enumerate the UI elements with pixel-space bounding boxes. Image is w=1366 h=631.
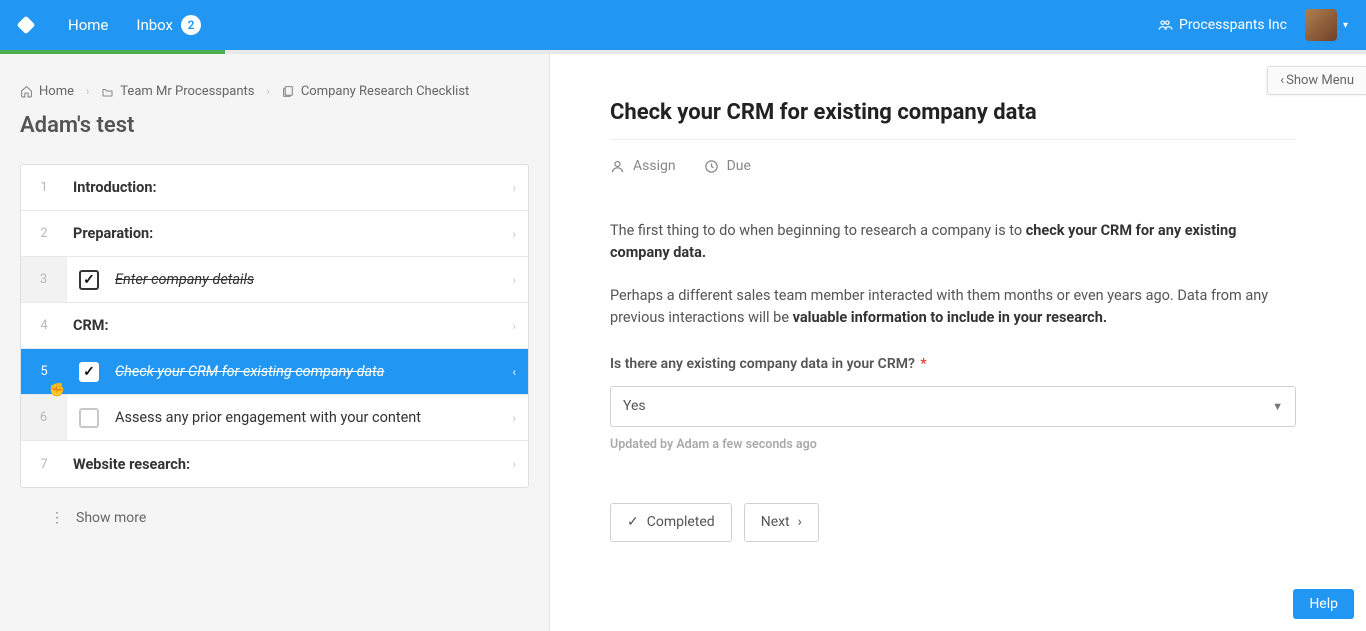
chevron-right-icon: › xyxy=(267,85,270,98)
detail-title: Check your CRM for existing company data xyxy=(610,100,1296,140)
step-crm[interactable]: 4 CRM: › xyxy=(21,303,528,349)
avatar-caret-icon[interactable]: ▾ xyxy=(1343,20,1348,31)
step-number: 2 xyxy=(21,226,67,241)
chevron-right-icon: › xyxy=(512,273,516,287)
step-website-research[interactable]: 7 Website research: › xyxy=(21,441,528,487)
nav-home-label: Home xyxy=(68,16,108,34)
help-label: Help xyxy=(1309,596,1338,612)
org-name: Processpants Inc xyxy=(1179,17,1287,33)
next-label: Next xyxy=(761,512,790,534)
step-label: Enter company details xyxy=(99,271,512,288)
main-layout: Home › Team Mr Processpants › Company Re… xyxy=(0,54,1366,631)
right-panel: ‹ Show Menu Check your CRM for existing … xyxy=(550,54,1366,631)
crm-data-select[interactable]: Yes ▼ xyxy=(610,386,1296,428)
chevron-left-icon: ‹ xyxy=(1280,73,1284,88)
completed-button[interactable]: ✓ Completed xyxy=(610,503,732,543)
text-bold: valuable information to include in your … xyxy=(793,309,1107,326)
step-number: 7 xyxy=(21,457,67,472)
assign-label: Assign xyxy=(633,158,676,174)
drag-handle-icon[interactable]: ✊ xyxy=(49,383,65,398)
chevron-down-icon: ▼ xyxy=(1272,398,1283,415)
detail-panel: Check your CRM for existing company data… xyxy=(550,54,1366,542)
chevron-right-icon: › xyxy=(512,411,516,425)
folder-icon xyxy=(101,84,114,99)
detail-actions: Assign Due xyxy=(610,158,1296,174)
action-buttons: ✓ Completed Next › xyxy=(610,503,1296,543)
step-label: Check your CRM for existing company data xyxy=(99,363,512,380)
avatar[interactable] xyxy=(1305,9,1337,41)
step-checkbox[interactable] xyxy=(79,270,99,290)
detail-paragraph: The first thing to do when beginning to … xyxy=(610,220,1296,265)
chevron-right-icon: › xyxy=(798,512,802,534)
next-button[interactable]: Next › xyxy=(744,503,819,543)
more-icon: ⋮ xyxy=(50,510,64,526)
show-menu-label: Show Menu xyxy=(1286,73,1354,88)
top-bar: Home Inbox 2 Processpants Inc ▾ xyxy=(0,0,1366,50)
step-label: Introduction: xyxy=(67,179,512,196)
due-button[interactable]: Due xyxy=(704,158,751,174)
breadcrumb-template-label: Company Research Checklist xyxy=(301,84,469,99)
assign-button[interactable]: Assign xyxy=(610,158,676,174)
breadcrumb-home[interactable]: Home xyxy=(20,84,74,99)
inbox-count-badge: 2 xyxy=(181,15,201,35)
step-number: 5 xyxy=(21,364,67,379)
chevron-right-icon: › xyxy=(86,85,89,98)
step-preparation[interactable]: 2 Preparation: › xyxy=(21,211,528,257)
field-label: Is there any existing company data in yo… xyxy=(610,354,1296,376)
show-menu-button[interactable]: ‹ Show Menu xyxy=(1267,66,1366,95)
template-icon xyxy=(282,84,295,99)
chevron-right-icon: › xyxy=(512,319,516,333)
select-value: Yes xyxy=(623,396,646,418)
field-meta: Updated by Adam a few seconds ago xyxy=(610,435,1296,454)
detail-paragraph: Perhaps a different sales team member in… xyxy=(610,285,1296,330)
logo-icon xyxy=(12,11,40,39)
org-switcher[interactable]: Processpants Inc xyxy=(1157,17,1287,33)
page-title: Adam's test xyxy=(20,113,529,138)
chevron-right-icon: › xyxy=(512,457,516,471)
step-number: 6 xyxy=(21,395,67,440)
checklist: 1 Introduction: › 2 Preparation: › 3 Ent… xyxy=(20,164,529,488)
step-checkbox[interactable] xyxy=(79,362,99,382)
step-label: Assess any prior engagement with your co… xyxy=(99,409,512,426)
step-checkbox[interactable] xyxy=(79,408,99,428)
left-panel: Home › Team Mr Processpants › Company Re… xyxy=(0,54,550,631)
step-enter-company[interactable]: 3 Enter company details › xyxy=(21,257,528,303)
chevron-right-icon: › xyxy=(512,227,516,241)
check-icon: ✓ xyxy=(627,512,639,534)
breadcrumb: Home › Team Mr Processpants › Company Re… xyxy=(20,84,529,99)
show-more-label: Show more xyxy=(76,510,146,526)
nav-inbox[interactable]: Inbox 2 xyxy=(136,15,201,35)
app-logo[interactable] xyxy=(14,13,38,37)
org-icon xyxy=(1157,17,1173,33)
step-number: 1 xyxy=(21,180,67,195)
nav-inbox-label: Inbox xyxy=(136,16,173,34)
breadcrumb-team[interactable]: Team Mr Processpants xyxy=(101,84,254,99)
breadcrumb-team-label: Team Mr Processpants xyxy=(120,84,254,99)
breadcrumb-home-label: Home xyxy=(39,84,74,99)
clock-icon xyxy=(704,158,719,174)
step-assess-engagement[interactable]: 6 Assess any prior engagement with your … xyxy=(21,395,528,441)
step-label: Website research: xyxy=(67,456,512,473)
chevron-right-icon: › xyxy=(512,181,516,195)
required-mark: * xyxy=(920,356,926,372)
step-number: 3 xyxy=(21,257,67,302)
step-introduction[interactable]: 1 Introduction: › xyxy=(21,165,528,211)
nav-home[interactable]: Home xyxy=(68,16,108,34)
chevron-left-icon: ‹ xyxy=(512,365,516,379)
due-label: Due xyxy=(727,158,751,174)
completed-label: Completed xyxy=(647,512,715,534)
show-more-button[interactable]: ⋮ Show more xyxy=(50,510,529,526)
text-span: The first thing to do when beginning to … xyxy=(610,222,1026,239)
user-icon xyxy=(610,158,625,174)
breadcrumb-template[interactable]: Company Research Checklist xyxy=(282,84,469,99)
step-check-crm[interactable]: 5 Check your CRM for existing company da… xyxy=(21,349,528,395)
question-text: Is there any existing company data in yo… xyxy=(610,356,915,372)
home-icon xyxy=(20,84,33,99)
help-button[interactable]: Help xyxy=(1293,589,1354,619)
step-label: CRM: xyxy=(67,317,512,334)
step-number: 4 xyxy=(21,318,67,333)
step-label: Preparation: xyxy=(67,225,512,242)
detail-body: The first thing to do when beginning to … xyxy=(610,220,1296,542)
